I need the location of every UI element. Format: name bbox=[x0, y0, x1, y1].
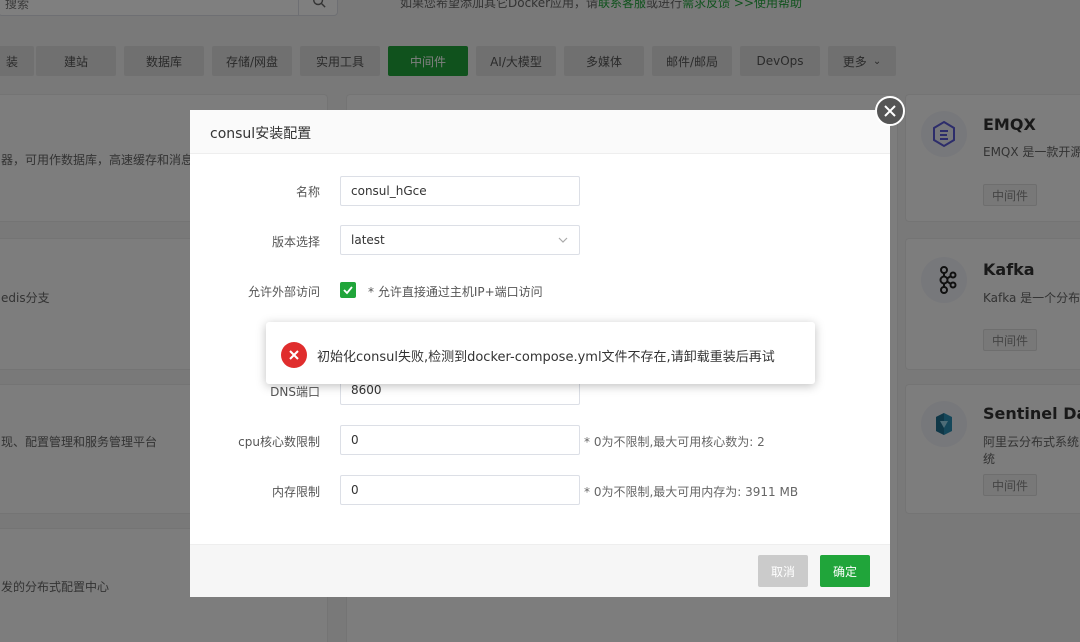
dialog-footer: 取消 确定 bbox=[190, 544, 890, 597]
memory-limit-field[interactable] bbox=[340, 475, 580, 505]
cancel-button[interactable]: 取消 bbox=[758, 555, 808, 587]
cpu-limit-input[interactable] bbox=[341, 426, 579, 454]
name-label: 名称 bbox=[295, 185, 320, 199]
external-access-label: 允许外部访问 bbox=[247, 285, 320, 299]
name-input[interactable] bbox=[341, 177, 579, 205]
memory-limit-label: 内存限制 bbox=[271, 485, 320, 499]
dialog-close-button[interactable] bbox=[875, 96, 905, 126]
memory-limit-input[interactable] bbox=[341, 476, 579, 504]
cpu-limit-note: * 0为不限制,最大可用核心数为: 2 bbox=[584, 435, 765, 449]
cpu-limit-label: cpu核心数限制 bbox=[238, 435, 320, 449]
name-field[interactable] bbox=[340, 176, 580, 206]
dialog-header: consul安装配置 bbox=[190, 110, 890, 154]
error-icon bbox=[281, 342, 307, 368]
checkmark-icon bbox=[343, 286, 353, 295]
dns-port-label: DNS端口 bbox=[270, 385, 320, 399]
external-access-note: * 允许直接通过主机IP+端口访问 bbox=[368, 285, 543, 299]
close-icon bbox=[884, 105, 896, 117]
error-toast: 初始化consul失败,检测到docker-compose.yml文件不存在,请… bbox=[266, 322, 815, 384]
version-select[interactable] bbox=[340, 225, 580, 255]
dialog-title: consul安装配置 bbox=[210, 126, 312, 142]
version-label: 版本选择 bbox=[271, 235, 320, 249]
cpu-limit-field[interactable] bbox=[340, 425, 580, 455]
version-select-value[interactable] bbox=[341, 226, 579, 254]
error-message: 初始化consul失败,检测到docker-compose.yml文件不存在,请… bbox=[317, 350, 775, 365]
confirm-button[interactable]: 确定 bbox=[820, 555, 870, 587]
chevron-down-icon bbox=[558, 237, 568, 243]
memory-limit-note: * 0为不限制,最大可用内存为: 3911 MB bbox=[584, 485, 799, 499]
external-access-checkbox[interactable] bbox=[340, 282, 356, 298]
